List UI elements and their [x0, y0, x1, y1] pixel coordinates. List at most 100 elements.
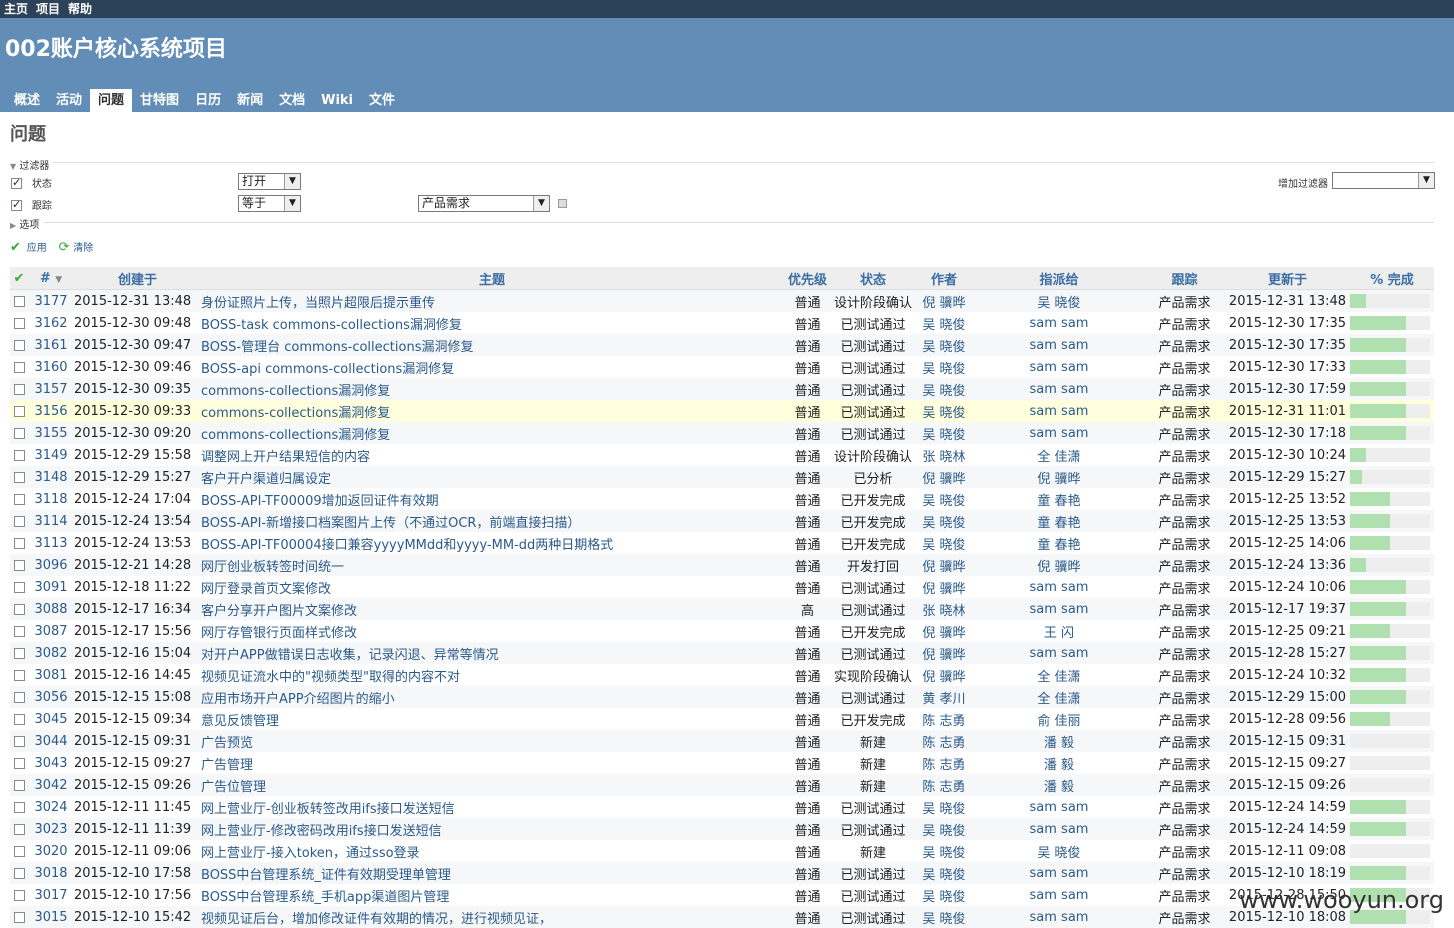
issue-author[interactable]: 倪 骥晔 — [914, 576, 974, 598]
issue-assignee-link[interactable]: sam sam — [1030, 800, 1089, 815]
issue-assignee-link[interactable]: sam sam — [1030, 602, 1089, 617]
issue-id[interactable]: 3056 — [28, 686, 74, 708]
row-checkbox[interactable] — [14, 384, 25, 395]
row-checkbox[interactable] — [14, 362, 25, 373]
issue-author[interactable]: 黄 孝川 — [914, 686, 974, 708]
issue-author[interactable]: 吴 晓俊 — [914, 906, 974, 928]
issue-id[interactable]: 3113 — [28, 532, 74, 554]
issue-subject-link[interactable]: BOSS-API-新增接口档案图片上传（不通过OCR，前端直接扫描） — [201, 516, 580, 531]
issue-subject[interactable]: BOSS-API-TF00009增加返回证件有效期 — [201, 488, 783, 510]
row-checkbox-cell[interactable] — [10, 312, 28, 334]
issue-subject[interactable]: 广告预览 — [201, 730, 783, 752]
issue-assignee-link[interactable]: 倪 骥晔 — [1037, 472, 1080, 487]
issue-subject[interactable]: 身份证照片上传，当照片超限后提示重传 — [201, 290, 783, 313]
tab-activity[interactable]: 活动 — [48, 89, 90, 112]
issue-author-link[interactable]: 倪 骥晔 — [922, 626, 965, 641]
row-checkbox[interactable] — [14, 802, 25, 813]
issue-subject[interactable]: 客户开户渠道归属设定 — [201, 466, 783, 488]
issue-author[interactable]: 吴 晓俊 — [914, 796, 974, 818]
issue-assignee[interactable]: sam sam — [974, 796, 1144, 818]
row-checkbox-cell[interactable] — [10, 840, 28, 862]
issue-assignee[interactable]: sam sam — [974, 598, 1144, 620]
row-checkbox-cell[interactable] — [10, 510, 28, 532]
issue-assignee-link[interactable]: sam sam — [1030, 338, 1089, 353]
issue-subject-link[interactable]: 应用市场开户APP介绍图片的缩小 — [201, 692, 395, 707]
issue-id-link[interactable]: 3087 — [34, 624, 67, 639]
issue-subject-link[interactable]: 网厅创业板转签时间统一 — [201, 560, 344, 575]
issue-author[interactable]: 陈 志勇 — [914, 708, 974, 730]
issue-id-link[interactable]: 3015 — [34, 910, 67, 925]
issue-assignee[interactable]: 倪 骥晔 — [974, 466, 1144, 488]
issue-id[interactable]: 3162 — [28, 312, 74, 334]
tab-files[interactable]: 文件 — [361, 89, 403, 112]
issue-author-link[interactable]: 倪 骥晔 — [922, 296, 965, 311]
row-checkbox[interactable] — [14, 846, 25, 857]
issue-author-link[interactable]: 陈 志勇 — [922, 758, 965, 773]
issue-author-link[interactable]: 吴 晓俊 — [922, 406, 965, 421]
issue-assignee[interactable]: sam sam — [974, 312, 1144, 334]
issue-id-link[interactable]: 3042 — [34, 778, 67, 793]
issue-id[interactable]: 3015 — [28, 906, 74, 928]
row-checkbox[interactable] — [14, 670, 25, 681]
issue-assignee-link[interactable]: 吴 晓俊 — [1037, 846, 1080, 861]
issue-id[interactable]: 3088 — [28, 598, 74, 620]
issue-author-link[interactable]: 吴 晓俊 — [922, 538, 965, 553]
issue-subject-link[interactable]: commons-collections漏洞修复 — [201, 384, 390, 399]
row-checkbox-cell[interactable] — [10, 752, 28, 774]
issue-author-link[interactable]: 吴 晓俊 — [922, 868, 965, 883]
table-row[interactable]: 30912015-12-18 11:22网厅登录首页文案修改普通已测试通过倪 骥… — [10, 576, 1434, 598]
row-checkbox-cell[interactable] — [10, 620, 28, 642]
row-checkbox-cell[interactable] — [10, 730, 28, 752]
filter-tracker-value-select[interactable]: 产品需求▼ — [418, 195, 550, 212]
issue-assignee-link[interactable]: 王 闪 — [1044, 626, 1074, 641]
table-row[interactable]: 31772015-12-31 13:48身份证照片上传，当照片超限后提示重传普通… — [10, 290, 1434, 313]
issue-assignee[interactable]: sam sam — [974, 400, 1144, 422]
tab-wiki[interactable]: Wiki — [313, 89, 361, 112]
column-tracker[interactable]: 跟踪 — [1144, 267, 1225, 290]
table-row[interactable]: 31482015-12-29 15:27客户开户渠道归属设定普通已分析倪 骥晔倪… — [10, 466, 1434, 488]
row-checkbox-cell[interactable] — [10, 774, 28, 796]
row-checkbox[interactable] — [14, 912, 25, 923]
issue-assignee-link[interactable]: sam sam — [1030, 888, 1089, 903]
issue-id[interactable]: 3177 — [28, 290, 74, 313]
issue-assignee-link[interactable]: sam sam — [1030, 382, 1089, 397]
table-row[interactable]: 30432015-12-15 09:27广告管理普通新建陈 志勇潘 毅产品需求2… — [10, 752, 1434, 774]
filters-legend[interactable]: ▼ 过滤器 — [10, 157, 53, 172]
issue-author[interactable]: 张 晓林 — [914, 444, 974, 466]
issue-author[interactable]: 陈 志勇 — [914, 774, 974, 796]
issue-assignee[interactable]: sam sam — [974, 818, 1144, 840]
issue-subject-link[interactable]: 客户分享开户图片文案修改 — [201, 604, 357, 619]
issue-subject[interactable]: BOSS-管理台 commons-collections漏洞修复 — [201, 334, 783, 356]
row-checkbox-cell[interactable] — [10, 334, 28, 356]
clear-button[interactable]: 清除 — [73, 243, 93, 254]
issue-assignee[interactable]: 吴 晓俊 — [974, 840, 1144, 862]
issue-assignee-link[interactable]: 倪 骥晔 — [1037, 560, 1080, 575]
issue-id-link[interactable]: 3118 — [34, 492, 67, 507]
issue-assignee-link[interactable]: 童 春艳 — [1037, 494, 1080, 509]
row-checkbox[interactable] — [14, 582, 25, 593]
row-checkbox-cell[interactable] — [10, 554, 28, 576]
row-checkbox-cell[interactable] — [10, 422, 28, 444]
issue-subject-link[interactable]: 网厅存管银行页面样式修改 — [201, 626, 357, 641]
table-row[interactable]: 30452015-12-15 09:34意见反馈管理普通已开发完成陈 志勇俞 佳… — [10, 708, 1434, 730]
issue-id-link[interactable]: 3056 — [34, 690, 67, 705]
issue-assignee[interactable]: 俞 佳丽 — [974, 708, 1144, 730]
issue-assignee[interactable]: sam sam — [974, 642, 1144, 664]
issue-id-link[interactable]: 3018 — [34, 866, 67, 881]
issue-author[interactable]: 张 晓林 — [914, 598, 974, 620]
issue-assignee[interactable]: 童 春艳 — [974, 510, 1144, 532]
issue-id[interactable]: 3017 — [28, 884, 74, 906]
row-checkbox-cell[interactable] — [10, 862, 28, 884]
issue-subject-link[interactable]: BOSS-task commons-collections漏洞修复 — [201, 318, 462, 333]
issue-id-link[interactable]: 3157 — [34, 382, 67, 397]
issue-author[interactable]: 吴 晓俊 — [914, 378, 974, 400]
issue-subject-link[interactable]: commons-collections漏洞修复 — [201, 428, 390, 443]
issue-id-link[interactable]: 3149 — [34, 448, 67, 463]
issue-author[interactable]: 吴 晓俊 — [914, 862, 974, 884]
issue-subject[interactable]: BOSS-task commons-collections漏洞修复 — [201, 312, 783, 334]
issue-author-link[interactable]: 陈 志勇 — [922, 736, 965, 751]
row-checkbox[interactable] — [14, 450, 25, 461]
issue-author[interactable]: 吴 晓俊 — [914, 840, 974, 862]
issue-subject[interactable]: 网上营业厅-修改密码改用ifs接口发送短信 — [201, 818, 783, 840]
issue-author[interactable]: 吴 晓俊 — [914, 818, 974, 840]
